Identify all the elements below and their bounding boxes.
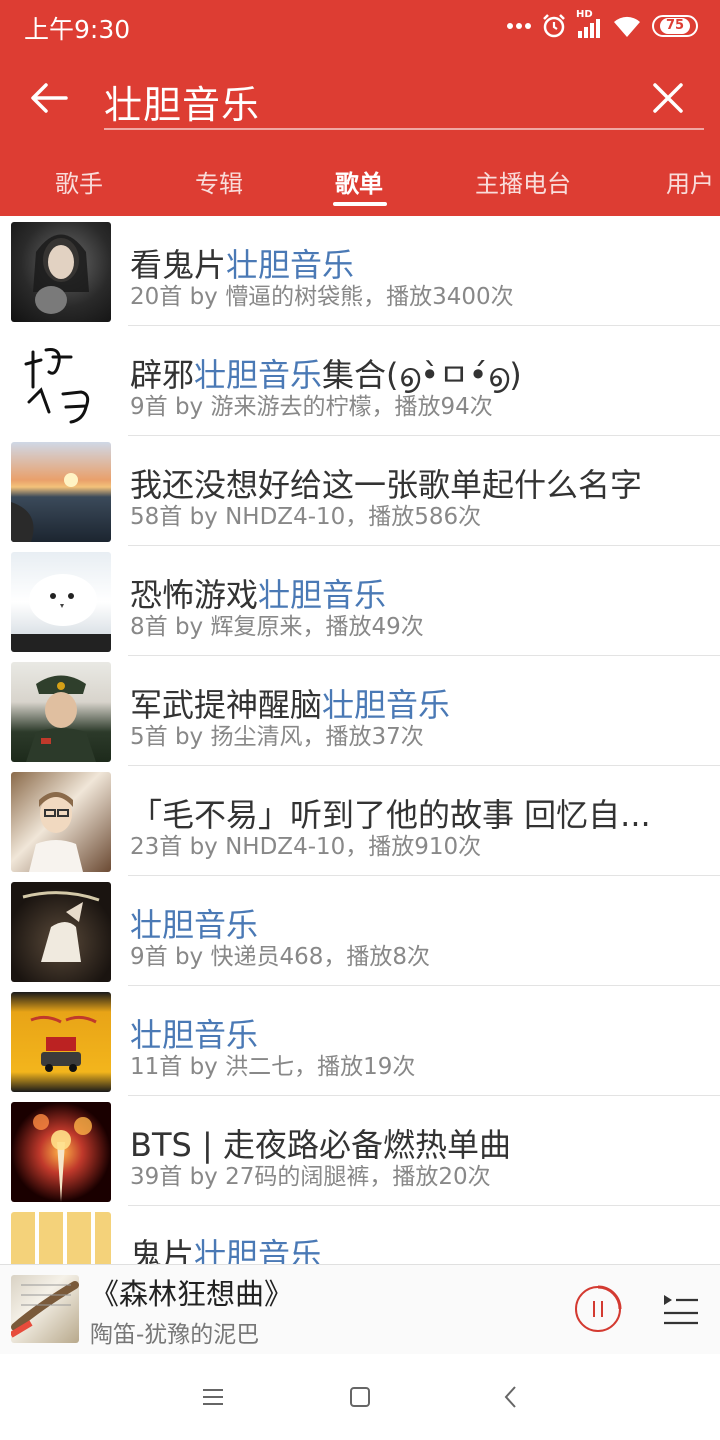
menu-icon: [203, 1389, 223, 1405]
list-item[interactable]: 看鬼片壮胆音乐 20首 by 懵逼的树袋熊，播放3400次: [0, 216, 720, 326]
search-tabs: 歌手 专辑 歌单 主播电台 用户: [0, 152, 720, 216]
search-input[interactable]: 壮胆音乐: [104, 74, 260, 129]
tab-users[interactable]: 用户: [666, 164, 714, 199]
playlist-meta: 20首 by 懵逼的树袋熊，播放3400次: [130, 284, 514, 310]
back-button[interactable]: [26, 76, 74, 120]
playlist-meta: 11首 by 洪二七，播放19次: [130, 1054, 416, 1080]
tab-singers[interactable]: 歌手: [55, 164, 103, 199]
playlist-cover: [11, 442, 111, 542]
playlist-meta: 39首 by 27码的阔腿裤，播放20次: [130, 1164, 491, 1190]
battery-level: 75: [659, 18, 691, 34]
playlist-meta: 9首 by 快递员468，播放8次: [130, 944, 430, 970]
list-item[interactable]: 辟邪壮胆音乐集合(൭•̀ㅁ•́൭) 9首 by 游来游去的柠檬，播放94次: [0, 326, 720, 436]
list-item[interactable]: 「毛不易」听到了他的故事 回忆自... 23首 by NHDZ4-10，播放91…: [0, 766, 720, 876]
status-time: 上午9:30: [24, 15, 131, 44]
list-item[interactable]: BTS | 走夜路必备燃热单曲 39首 by 27码的阔腿裤，播放20次: [0, 1096, 720, 1206]
home-nav-button[interactable]: [345, 1382, 375, 1412]
playlist-meta: 23首 by NHDZ4-10，播放910次: [130, 834, 482, 860]
now-playing-title: 《森林狂想曲》: [90, 1277, 294, 1311]
search-underline: [104, 128, 704, 130]
playlist-cover: [11, 882, 111, 982]
playlist-cover: [11, 222, 111, 322]
back-arrow-icon: [31, 83, 68, 113]
playlist-cover: [11, 662, 111, 762]
search-bar: 壮胆音乐: [0, 62, 720, 134]
status-bar: 上午9:30 HD 75: [0, 0, 720, 52]
list-item[interactable]: 鬼片壮胆音乐: [0, 1206, 720, 1264]
list-item[interactable]: 壮胆音乐 9首 by 快递员468，播放8次: [0, 876, 720, 986]
back-chevron-icon: [504, 1386, 516, 1408]
tab-radio[interactable]: 主播电台: [475, 164, 571, 199]
now-playing-artist: 陶笛-犹豫的泥巴: [90, 1322, 260, 1348]
play-queue-button[interactable]: [660, 1291, 700, 1327]
playlist-cover: [11, 552, 111, 652]
pause-icon: [575, 1285, 622, 1332]
playlist-cover: [11, 772, 111, 872]
close-icon: [653, 83, 683, 113]
home-square-icon: [350, 1387, 370, 1407]
playlist-cover: [11, 332, 111, 432]
playlist-cover: [11, 1212, 111, 1264]
list-item[interactable]: 壮胆音乐 11首 by 洪二七，播放19次: [0, 986, 720, 1096]
playlist-meta: 58首 by NHDZ4-10，播放586次: [130, 504, 482, 530]
signal-icon: HD: [576, 9, 604, 39]
wifi-icon: [614, 16, 640, 37]
mini-player[interactable]: 《森林狂想曲》 陶笛-犹豫的泥巴: [0, 1264, 720, 1354]
playlist-results: 看鬼片壮胆音乐 20首 by 懵逼的树袋熊，播放3400次 辟邪壮胆音乐集合(൭…: [0, 216, 720, 1264]
list-item[interactable]: 恐怖游戏壮胆音乐 8首 by 辉复原来，播放49次: [0, 546, 720, 656]
title-highlight: 壮胆音乐: [194, 1236, 323, 1264]
network-type-label: HD: [576, 9, 593, 20]
playlist-meta: 9首 by 游来游去的柠檬，播放94次: [130, 394, 493, 420]
playlist-cover: [11, 1102, 111, 1202]
play-queue-icon: [664, 1295, 698, 1325]
list-item[interactable]: 军武提神醒脑壮胆音乐 5首 by 扬尘清风，播放37次: [0, 656, 720, 766]
more-dots-icon: [507, 23, 531, 29]
tab-albums[interactable]: 专辑: [195, 164, 243, 199]
clear-search-button[interactable]: [650, 80, 686, 116]
battery-icon: 75: [652, 15, 698, 37]
status-icons: HD 75: [506, 9, 698, 40]
alarm-icon: [543, 14, 565, 38]
playlist-meta: 8首 by 辉复原来，播放49次: [130, 614, 424, 640]
title-text: 鬼片: [130, 1236, 195, 1264]
menu-nav-button[interactable]: [198, 1382, 228, 1412]
now-playing-cover: [11, 1275, 79, 1343]
back-nav-button[interactable]: [496, 1382, 526, 1412]
system-nav-bar: [0, 1354, 720, 1440]
playlist-cover: [11, 992, 111, 1092]
list-item[interactable]: 我还没想好给这一张歌单起什么名字 58首 by NHDZ4-10，播放586次: [0, 436, 720, 546]
playlist-title: 鬼片壮胆音乐: [130, 1230, 322, 1264]
pause-button[interactable]: [574, 1285, 622, 1333]
active-tab-indicator: [333, 202, 387, 206]
playlist-meta: 5首 by 扬尘清风，播放37次: [130, 724, 424, 750]
header: 上午9:30 HD 75 壮胆音乐 歌手 专辑 歌单 主播电台 用户: [0, 0, 720, 216]
tab-playlists[interactable]: 歌单: [335, 164, 383, 199]
